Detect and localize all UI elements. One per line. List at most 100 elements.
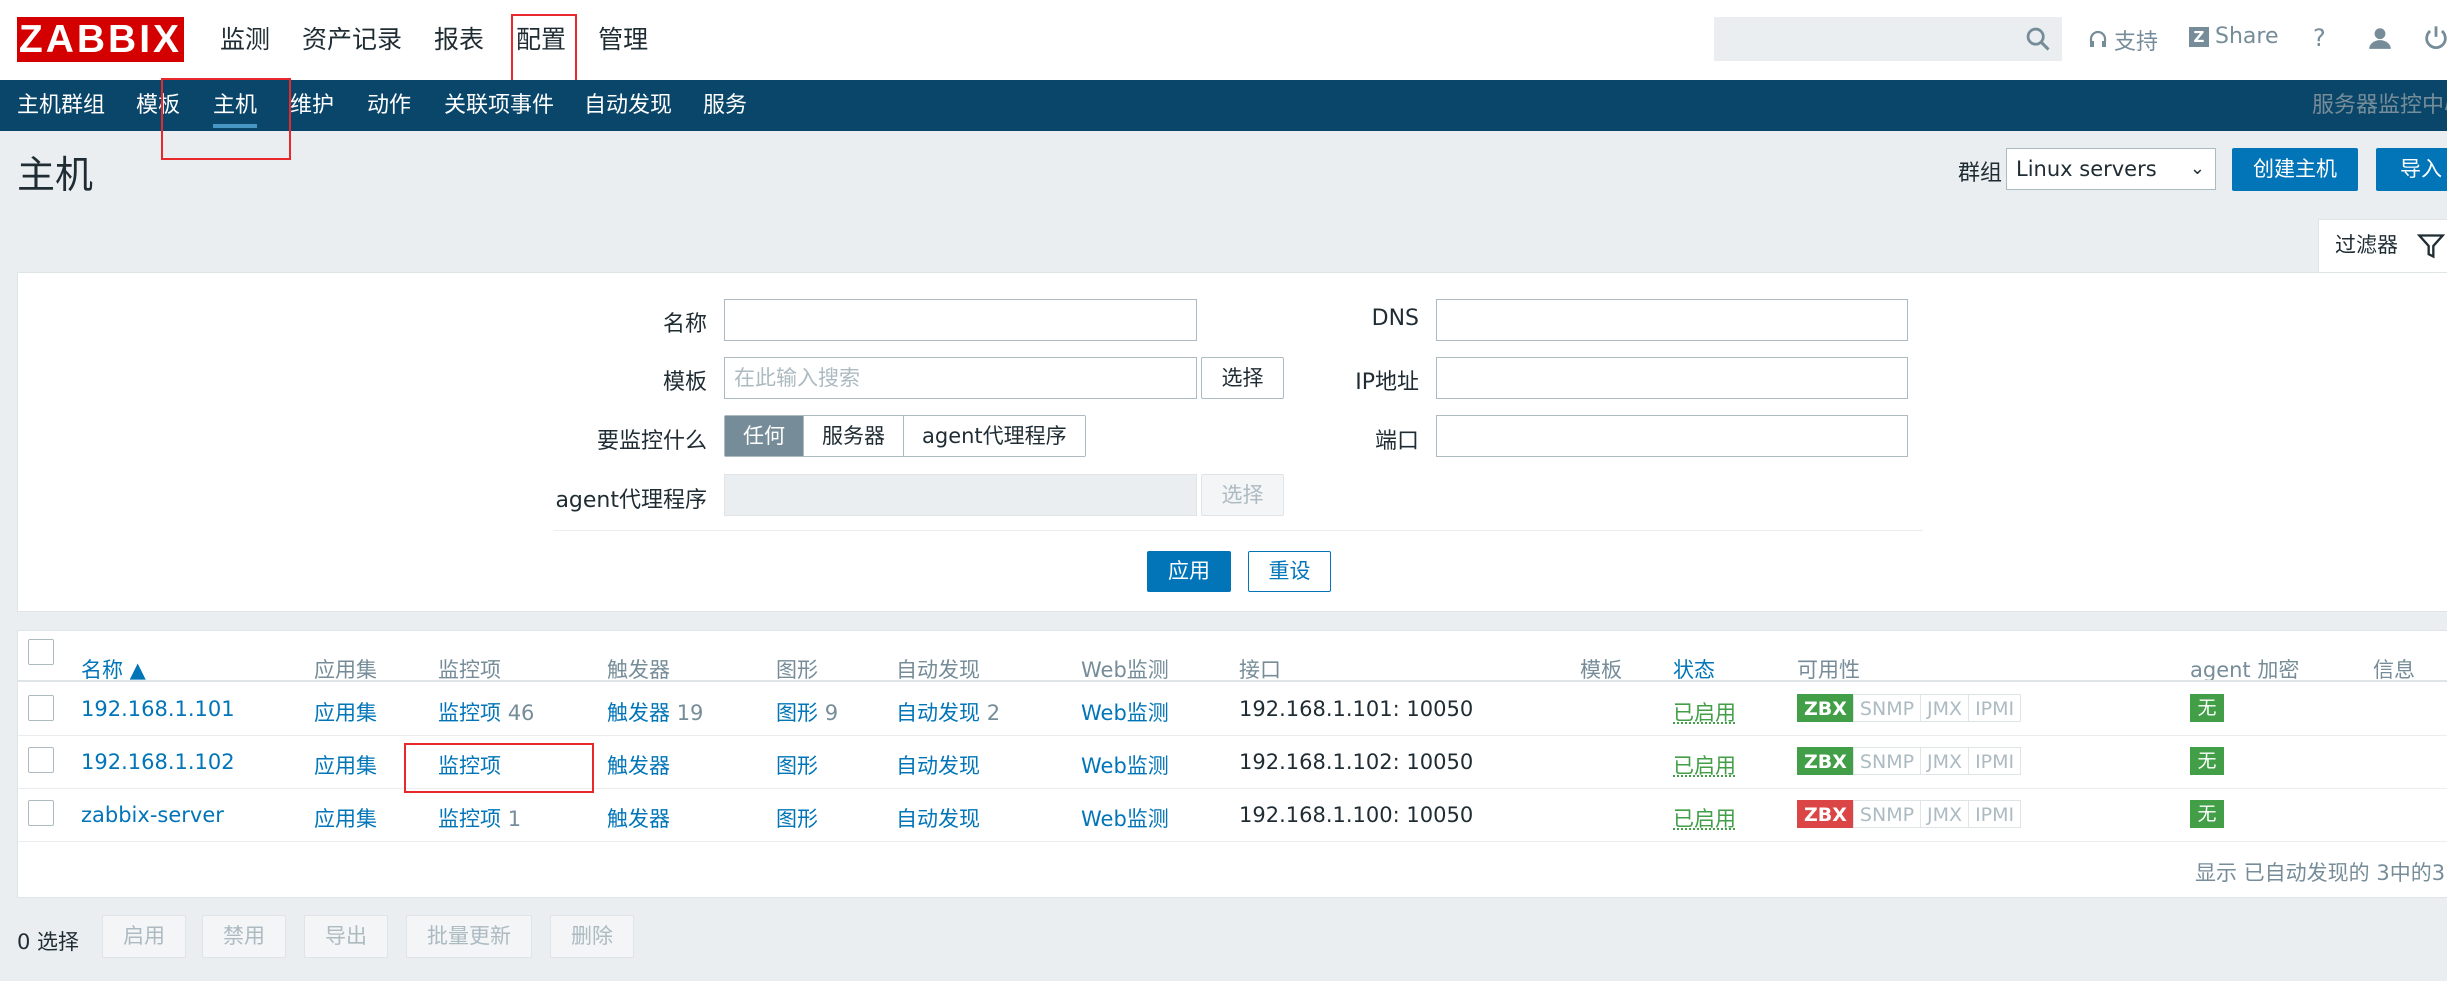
discovery-count: 2	[987, 701, 1000, 725]
triggers-cell: 触发器	[607, 750, 670, 780]
availability-badges: ZBX SNMP JMX IPMI	[1797, 694, 2020, 722]
help-button[interactable]: ?	[2313, 24, 2326, 52]
triggers-cell: 触发器	[607, 803, 670, 833]
triggers-link[interactable]: 触发器	[607, 754, 670, 778]
interface-value: 192.168.1.102: 10050	[1239, 750, 1473, 774]
group-select[interactable]: Linux servers ⌄	[2006, 148, 2216, 190]
template-input[interactable]: 在此输入搜索	[724, 357, 1197, 399]
triggers-link[interactable]: 触发器	[607, 807, 670, 831]
delete-button[interactable]: 删除	[550, 915, 634, 958]
proxy-label: agent代理程序	[507, 482, 707, 514]
menu-administration[interactable]: 管理	[582, 0, 664, 80]
power-icon[interactable]	[2422, 24, 2447, 52]
user-profile-icon[interactable]	[2367, 25, 2393, 51]
monitor-segment: 任何 服务器 agent代理程序	[724, 415, 1086, 457]
group-label: 群组	[1958, 155, 2002, 187]
snmp-badge: SNMP	[1853, 694, 1921, 722]
row-checkbox[interactable]	[28, 747, 54, 773]
share-link[interactable]: Z Share	[2189, 24, 2279, 49]
filter-tab[interactable]: 过滤器	[2318, 219, 2447, 272]
menu-reports[interactable]: 报表	[418, 0, 500, 80]
items-count: 1	[508, 807, 521, 831]
support-link[interactable]: 支持	[2088, 24, 2158, 56]
discovery-link[interactable]: 自动发现	[896, 754, 980, 778]
subnav-correlation[interactable]: 关联项事件	[444, 80, 554, 131]
menu-configuration[interactable]: 配置	[500, 0, 582, 80]
graphs-link[interactable]: 图形	[776, 807, 818, 831]
row-checkbox[interactable]	[28, 800, 54, 826]
zabbix-logo[interactable]: ZABBIX	[17, 17, 184, 62]
triggers-link[interactable]: 触发器	[607, 701, 670, 725]
enable-button[interactable]: 启用	[102, 915, 186, 958]
web-link[interactable]: Web监测	[1081, 803, 1169, 833]
row-checkbox[interactable]	[28, 695, 54, 721]
ip-label: IP地址	[1219, 364, 1419, 396]
apps-link[interactable]: 应用集	[314, 697, 377, 727]
select-all-checkbox[interactable]	[28, 639, 54, 665]
status-enabled-link[interactable]: 已启用	[1673, 803, 1736, 833]
apps-link[interactable]: 应用集	[314, 803, 377, 833]
disable-button[interactable]: 禁用	[202, 915, 286, 958]
port-input[interactable]	[1436, 415, 1908, 457]
discovery-link[interactable]: 自动发现	[896, 807, 980, 831]
discovery-cell: 自动发现 2	[896, 697, 1000, 727]
name-input[interactable]	[724, 299, 1197, 341]
import-button[interactable]: 导入	[2376, 148, 2447, 191]
search-input[interactable]	[1714, 17, 2062, 61]
subnav-maintenance[interactable]: 维护	[290, 80, 334, 131]
items-link[interactable]: 监控项	[438, 754, 501, 778]
subnav-host-groups[interactable]: 主机群组	[17, 80, 105, 131]
graphs-link[interactable]: 图形	[776, 701, 818, 725]
items-link[interactable]: 监控项	[438, 701, 501, 725]
subnav-hosts[interactable]: 主机	[213, 80, 257, 131]
table-footer-info: 显示 已自动发现的 3中的3	[2195, 857, 2445, 887]
monitor-proxy-option[interactable]: agent代理程序	[904, 416, 1085, 456]
host-name-link[interactable]: 192.168.1.102	[81, 750, 235, 774]
status-enabled-link[interactable]: 已启用	[1673, 750, 1736, 780]
subnav-templates[interactable]: 模板	[136, 80, 180, 131]
subnav-services[interactable]: 服务	[703, 80, 747, 131]
dns-input[interactable]	[1436, 299, 1908, 341]
items-link[interactable]: 监控项	[438, 807, 501, 831]
zbx-badge: ZBX	[1797, 747, 1854, 775]
filter-divider	[553, 530, 1923, 531]
jmx-badge: JMX	[1920, 800, 1969, 828]
subnav-discovery[interactable]: 自动发现	[584, 80, 672, 131]
status-enabled-link[interactable]: 已启用	[1673, 697, 1736, 727]
export-button[interactable]: 导出	[304, 915, 388, 958]
reset-button[interactable]: 重设	[1248, 551, 1331, 592]
ipmi-badge: IPMI	[1968, 800, 2021, 828]
top-bar: ZABBIX 监测 资产记录 报表 配置 管理 支持 Z Share ?	[0, 0, 2447, 80]
mass-update-button[interactable]: 批量更新	[406, 915, 532, 958]
apps-link[interactable]: 应用集	[314, 750, 377, 780]
graphs-count: 9	[825, 701, 838, 725]
proxy-input	[724, 474, 1197, 516]
interface-value: 192.168.1.100: 10050	[1239, 803, 1473, 827]
selected-count: 0 选择	[17, 926, 79, 956]
graphs-cell: 图形	[776, 803, 818, 833]
discovery-link[interactable]: 自动发现	[896, 701, 980, 725]
web-link[interactable]: Web监测	[1081, 697, 1169, 727]
graphs-link[interactable]: 图形	[776, 754, 818, 778]
encryption-badge: 无	[2190, 747, 2224, 775]
zbx-badge: ZBX	[1797, 694, 1854, 722]
monitor-server-option[interactable]: 服务器	[804, 416, 904, 456]
web-link[interactable]: Web监测	[1081, 750, 1169, 780]
ip-input[interactable]	[1436, 357, 1908, 399]
monitor-any-option[interactable]: 任何	[725, 416, 804, 456]
jmx-badge: JMX	[1920, 747, 1969, 775]
search-icon[interactable]	[2024, 25, 2052, 53]
apply-button[interactable]: 应用	[1147, 551, 1231, 592]
host-name-link[interactable]: 192.168.1.101	[81, 697, 235, 721]
filter-tab-label: 过滤器	[2335, 233, 2398, 257]
menu-inventory[interactable]: 资产记录	[286, 0, 418, 80]
proxy-select-button: 选择	[1201, 474, 1284, 516]
subnav-actions[interactable]: 动作	[367, 80, 411, 131]
host-name-link[interactable]: zabbix-server	[81, 803, 224, 827]
zbx-badge: ZBX	[1797, 800, 1854, 828]
table-header-divider	[18, 680, 2447, 682]
create-host-button[interactable]: 创建主机	[2232, 148, 2358, 191]
snmp-badge: SNMP	[1853, 747, 1921, 775]
menu-monitoring[interactable]: 监测	[204, 0, 286, 80]
row-divider	[18, 788, 2447, 789]
